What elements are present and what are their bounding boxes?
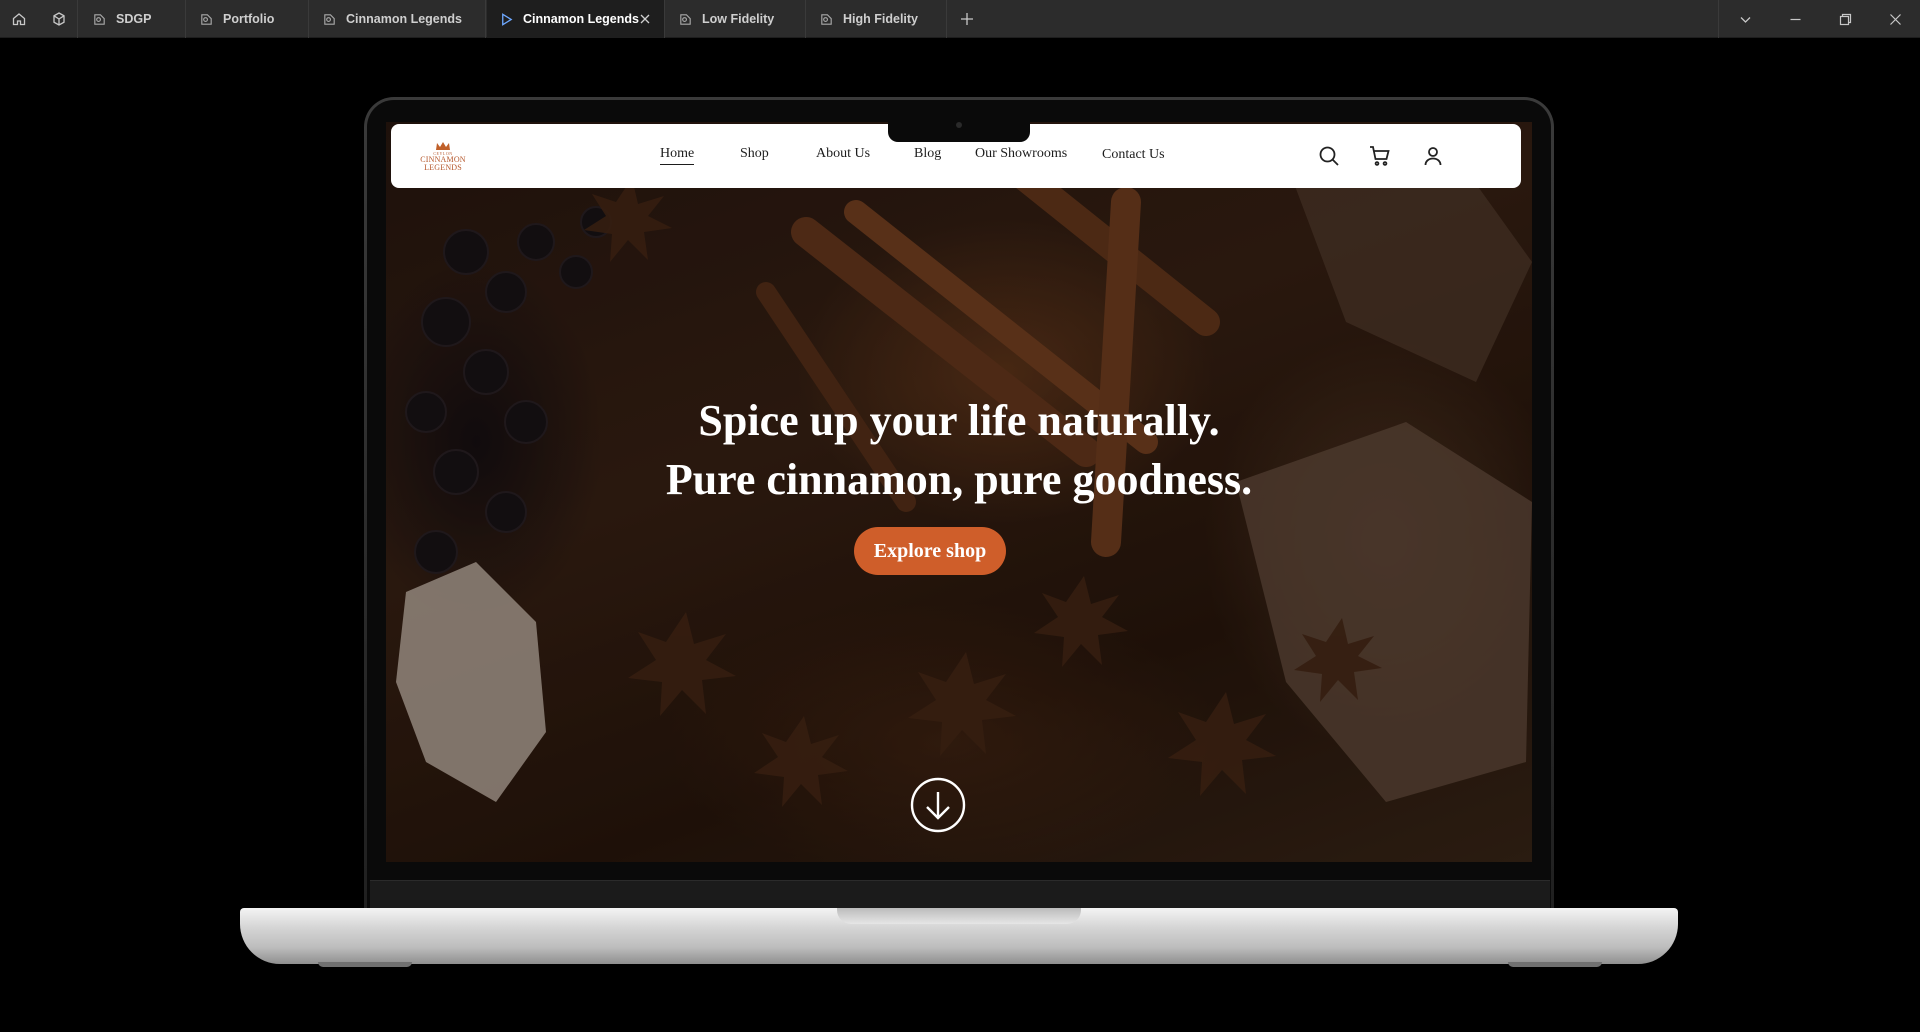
tab-high-fidelity[interactable]: High Fidelity [807,0,947,38]
tab-label: High Fidelity [843,12,918,26]
figma-file-icon [92,12,107,27]
logo-legends: LEGENDS [424,162,462,172]
nav-about-us[interactable]: About Us [816,146,870,162]
nav-home[interactable]: Home [660,146,695,165]
laptop-foot [318,962,412,967]
tab-sdgp[interactable]: SDGP [80,0,186,38]
nav-blog[interactable]: Blog [914,146,941,162]
cart-icon[interactable] [1368,144,1392,168]
nav-shop[interactable]: Shop [740,146,769,162]
scroll-down-arrow-icon[interactable] [910,777,966,833]
new-tab-icon[interactable] [950,0,984,38]
close-window-icon[interactable] [1870,0,1920,38]
nav-contact-us[interactable]: Contact Us [1102,147,1165,163]
hero-headline-line-1: Spice up your life naturally. [698,396,1220,445]
hero-headline-line-2: Pure cinnamon, pure goodness. [665,455,1253,504]
plugins-icon[interactable] [40,0,78,38]
laptop-camera-notch [888,122,1030,142]
figma-file-icon [678,12,693,27]
tab-label: Cinnamon Legends [523,12,639,26]
user-account-icon[interactable] [1421,144,1445,168]
tab-label: Low Fidelity [702,12,775,26]
tab-label: Portfolio [223,12,275,26]
home-icon[interactable] [0,0,38,38]
laptop-foot [1508,962,1602,967]
prototype-screen: CEYLON CINNAMON LEGENDS Home Shop About … [386,122,1532,862]
crown-icon [436,141,450,150]
app-tab-bar: SDGP Portfolio Cinnamon Legends Cinnamon… [0,0,1920,38]
explore-shop-button[interactable]: Explore shop [854,527,1006,575]
tab-label: Cinnamon Legends [346,12,462,26]
minimize-icon[interactable] [1770,0,1820,38]
tab-portfolio[interactable]: Portfolio [187,0,309,38]
figma-file-icon [322,12,337,27]
camera-icon [956,122,962,128]
figma-file-icon [199,12,214,27]
laptop-hinge [370,880,1550,908]
close-tab-icon[interactable] [638,12,652,26]
tab-overflow-chevron-icon[interactable] [1720,0,1770,38]
nav-our-showrooms[interactable]: Our Showrooms [975,146,1067,162]
tab-cinnamon-legends[interactable]: Cinnamon Legends [310,0,486,38]
tab-bar-divider [1718,0,1719,38]
laptop-opening-notch [837,908,1081,924]
cinnamon-legends-logo[interactable]: CEYLON CINNAMON LEGENDS [415,128,471,184]
search-icon[interactable] [1317,144,1341,168]
figma-file-icon [819,12,834,27]
tab-cinnamon-legends-prototype[interactable]: Cinnamon Legends [487,0,665,38]
restore-icon[interactable] [1820,0,1870,38]
play-prototype-icon [499,12,514,27]
tab-label: SDGP [116,12,152,26]
tab-low-fidelity[interactable]: Low Fidelity [666,0,806,38]
